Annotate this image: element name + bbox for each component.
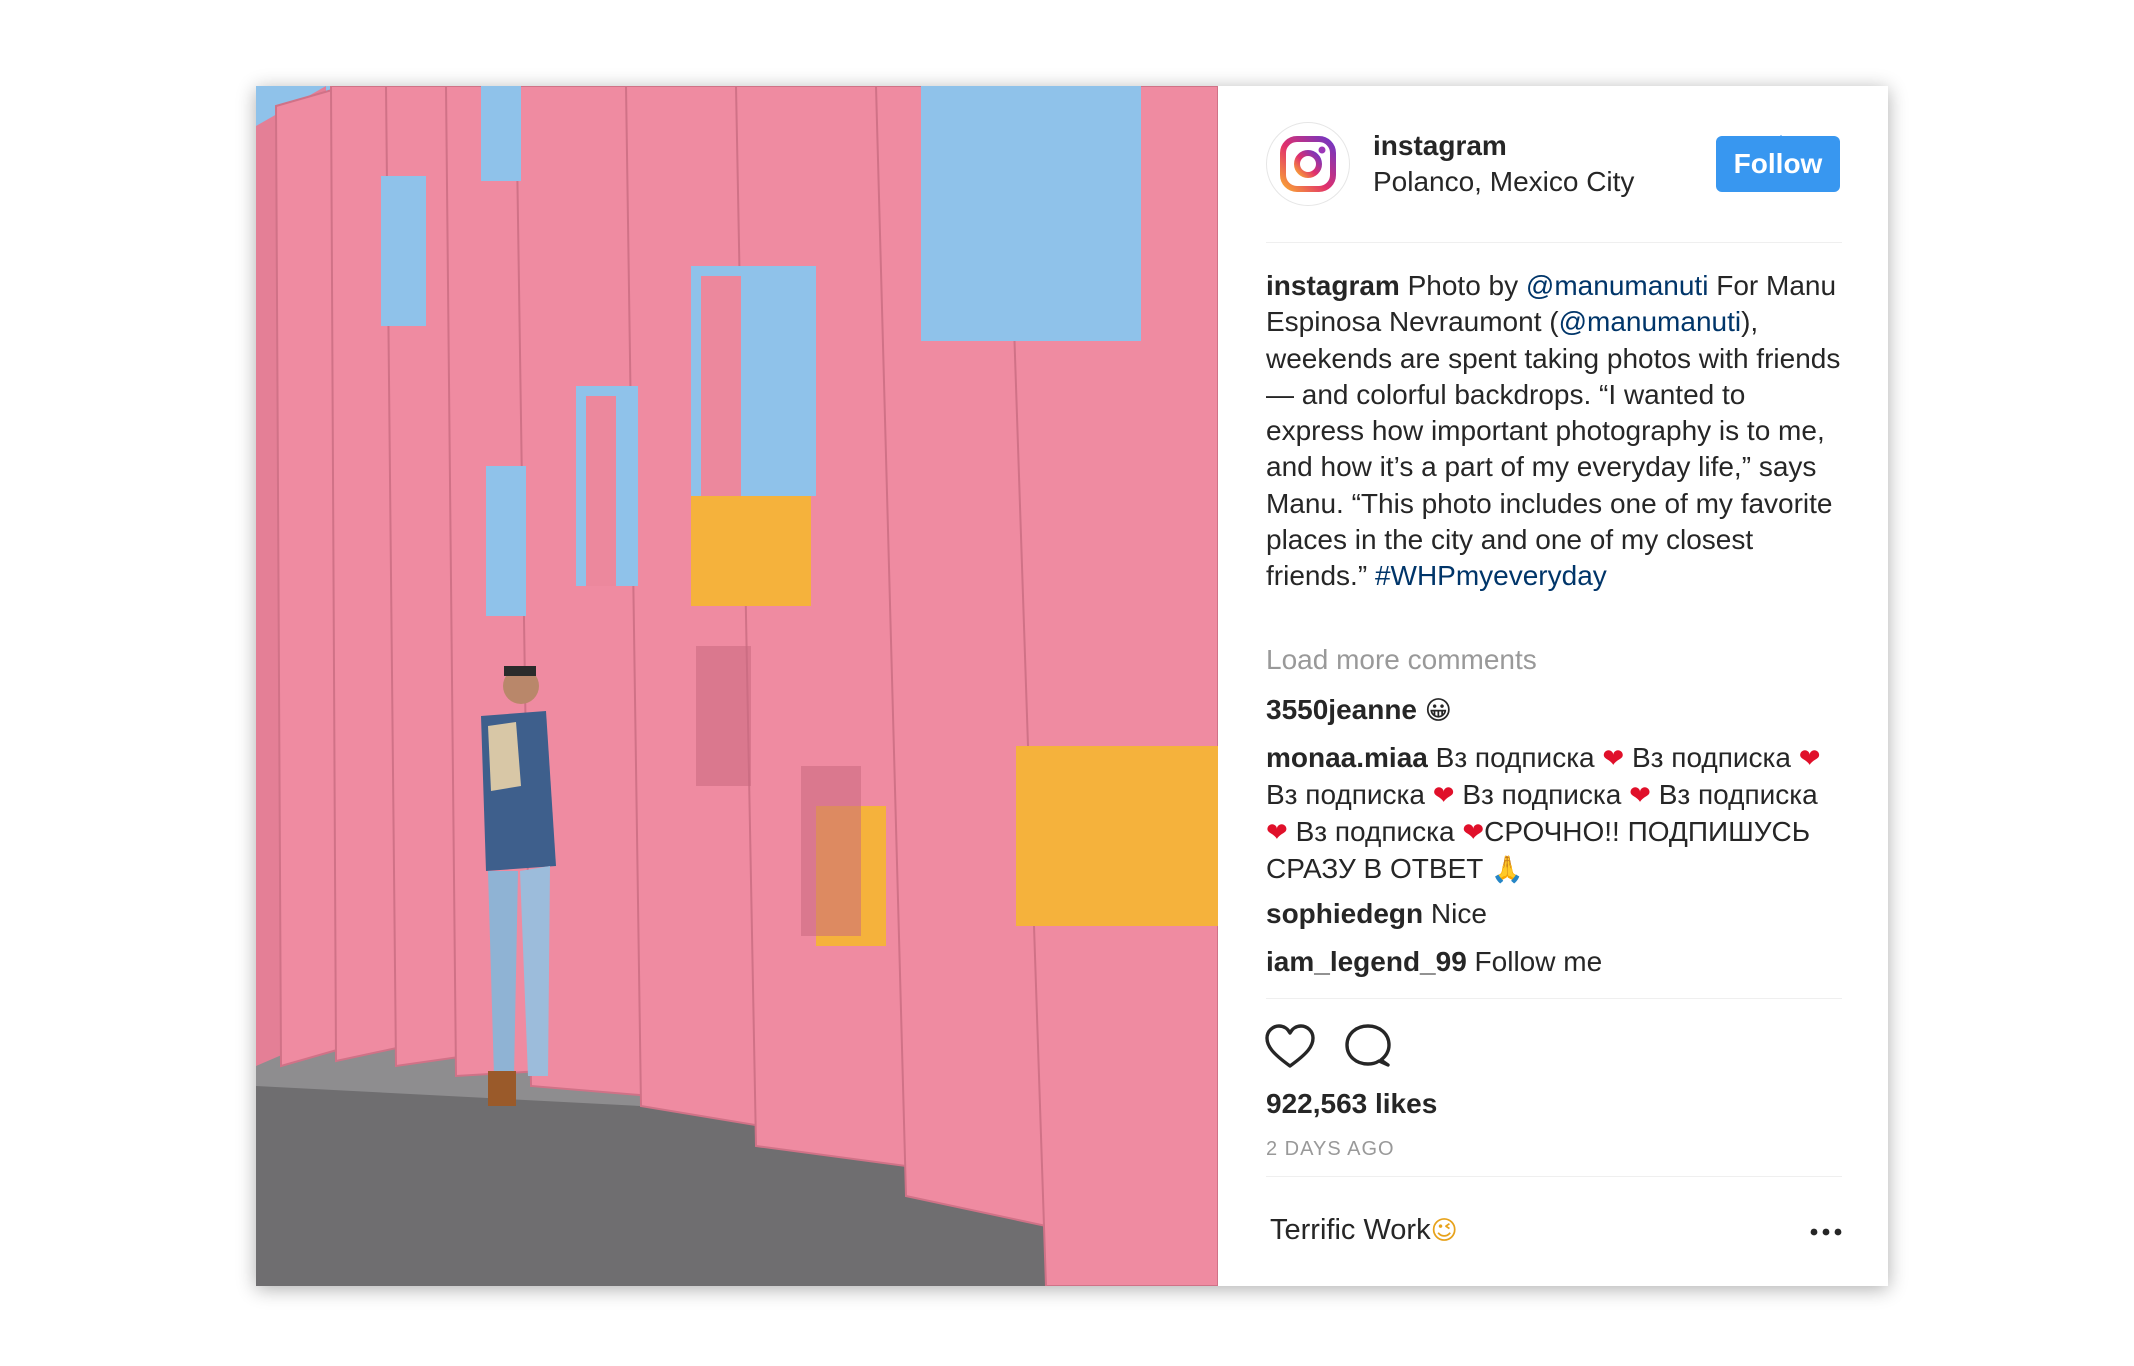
caption-mention[interactable]: @manumanuti <box>1559 306 1742 337</box>
speech-bubble-icon <box>1345 1024 1391 1067</box>
caption-hashtag[interactable]: #WHPmyeveryday <box>1375 560 1607 591</box>
post-username[interactable]: instagram <box>1373 130 1507 162</box>
red-heart-emoji-icon: ❤ <box>1462 818 1485 848</box>
comment-username[interactable]: sophiedegn <box>1266 898 1423 929</box>
comment-item: iam_legend_99 Follow me <box>1266 944 1846 980</box>
comment-item: 3550jeanne 😀 <box>1266 692 1846 729</box>
comment-text: Вз подписка <box>1454 779 1630 810</box>
comment-username[interactable]: monaa.miaa <box>1266 742 1428 773</box>
post-timestamp: 2 DAYS AGO <box>1266 1138 1395 1160</box>
winking-face-emoji-icon: 😉 <box>1430 1216 1458 1246</box>
comment-button[interactable] <box>1340 1020 1396 1076</box>
more-options-button[interactable] <box>1806 1214 1846 1250</box>
add-comment-row: Terrific Work😉 <box>1266 1200 1842 1264</box>
comment-text: Follow me <box>1466 946 1603 977</box>
caption-text: ), weekends are spent taking photos with… <box>1266 306 1841 592</box>
comment-text <box>1417 694 1425 725</box>
post-header: instagram Polanco, Mexico City Follow <box>1218 86 1888 242</box>
caption-mention[interactable]: @manumanuti <box>1526 270 1709 301</box>
follow-button[interactable]: Follow <box>1716 136 1840 192</box>
post-card: instagram Polanco, Mexico City Follow in… <box>256 86 1888 1286</box>
instagram-logo-icon <box>1280 136 1336 192</box>
heart-outline-icon <box>1265 1024 1315 1068</box>
comment-text: Nice <box>1423 898 1487 929</box>
load-more-comments-link[interactable]: Load more comments <box>1266 644 1537 676</box>
actions-divider <box>1266 1176 1842 1177</box>
comment-text: Вз подписка <box>1427 742 1603 773</box>
grinning-face-emoji-icon: 😀 <box>1424 696 1452 726</box>
red-heart-emoji-icon: ❤ <box>1266 818 1288 848</box>
post-sidebar: instagram Polanco, Mexico City Follow in… <box>1218 86 1888 1286</box>
header-divider <box>1266 242 1842 243</box>
post-photo[interactable] <box>256 86 1218 1286</box>
comment-username[interactable]: 3550jeanne <box>1266 694 1417 725</box>
post-location-link[interactable]: Polanco, Mexico City <box>1373 166 1634 198</box>
comment-item: sophiedegn Nice <box>1266 896 1846 932</box>
comment-text: Вз подписка <box>1624 742 1799 773</box>
red-heart-emoji-icon: ❤ <box>1798 744 1821 774</box>
comment-input-text: Terrific Work <box>1270 1214 1431 1246</box>
folded-hands-emoji-icon: 🙏 <box>1491 855 1524 885</box>
photo-pink-building <box>256 86 1218 1286</box>
comment-text: Вз подписка <box>1266 779 1433 810</box>
comment-text: Вз подписка <box>1287 816 1463 847</box>
comments-divider <box>1266 998 1842 999</box>
red-heart-emoji-icon: ❤ <box>1602 744 1625 774</box>
red-heart-emoji-icon: ❤ <box>1629 781 1651 811</box>
comment-input[interactable]: Terrific Work😉 <box>1270 1214 1458 1247</box>
comment-username[interactable]: iam_legend_99 <box>1266 946 1467 977</box>
ellipsis-icon <box>1810 1228 1842 1236</box>
likes-count[interactable]: 922,563 likes <box>1266 1088 1437 1120</box>
post-caption: instagram Photo by @manumanuti For Manu … <box>1266 268 1846 595</box>
like-button[interactable] <box>1262 1020 1318 1076</box>
caption-text: Photo by <box>1399 270 1526 301</box>
red-heart-emoji-icon: ❤ <box>1432 781 1455 811</box>
caption-username[interactable]: instagram <box>1266 270 1400 301</box>
comment-text: Вз подписка <box>1650 779 1818 810</box>
comment-item: monaa.miaa Вз подписка ❤ Вз подписка ❤ В… <box>1266 740 1846 888</box>
profile-avatar[interactable] <box>1266 122 1350 206</box>
